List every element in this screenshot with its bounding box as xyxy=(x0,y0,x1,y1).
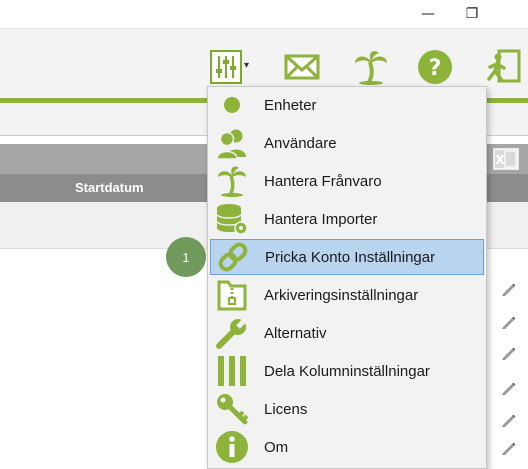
help-button[interactable]: ? xyxy=(416,48,454,86)
settings-menu-button[interactable]: ▾ xyxy=(208,48,254,86)
svg-text:X: X xyxy=(495,153,505,167)
menu-item-anvandare[interactable]: Användare xyxy=(210,125,484,161)
menu-item-label: Hantera Importer xyxy=(264,210,378,228)
pencil-icon xyxy=(502,414,516,427)
title-bar: — ❐ xyxy=(0,0,528,28)
info-icon xyxy=(210,429,254,465)
excel-icon: X xyxy=(493,148,519,170)
edit-row-button[interactable] xyxy=(500,440,516,456)
mail-icon xyxy=(284,54,320,80)
palm-tree-icon xyxy=(210,163,254,199)
step-badge: 1 xyxy=(166,237,206,277)
menu-item-licens[interactable]: Licens xyxy=(210,391,484,427)
menu-item-hantera-franvaro[interactable]: Hantera Frånvaro xyxy=(210,163,484,199)
absence-button[interactable] xyxy=(352,48,390,86)
pencil-icon xyxy=(502,283,516,296)
edit-row-button[interactable] xyxy=(500,314,516,330)
menu-item-label: Pricka Konto Inställningar xyxy=(265,248,436,266)
key-icon xyxy=(210,391,254,427)
dropdown-arrow-icon: ▾ xyxy=(244,60,250,71)
menu-item-label: Arkiveringsinställningar xyxy=(264,286,419,304)
menu-item-label: Dela Kolumninställningar xyxy=(264,362,430,380)
pencil-icon xyxy=(502,382,516,395)
menu-item-om[interactable]: Om xyxy=(210,429,484,465)
mail-button[interactable] xyxy=(283,48,321,86)
svg-text:?: ? xyxy=(429,56,442,81)
edit-row-button[interactable] xyxy=(500,380,516,396)
help-icon: ? xyxy=(418,50,452,84)
pencil-icon xyxy=(502,347,516,360)
edit-row-button[interactable] xyxy=(500,412,516,428)
restore-icon: ❐ xyxy=(465,6,479,22)
menu-item-enheter[interactable]: Enheter xyxy=(210,87,484,123)
menu-item-label: Hantera Frånvaro xyxy=(264,172,382,190)
menu-item-hantera-importer[interactable]: Hantera Importer xyxy=(210,201,484,237)
edit-row-button[interactable] xyxy=(500,281,516,297)
settings-dropdown-menu: Enheter Användare Hantera Frånvaro Hante… xyxy=(207,86,487,469)
wrench-icon xyxy=(210,315,254,351)
palm-tree-icon xyxy=(355,51,387,85)
edit-row-button[interactable] xyxy=(500,345,516,361)
menu-item-label: Enheter xyxy=(264,96,317,114)
restore-button[interactable]: ❐ xyxy=(452,0,492,28)
pencil-icon xyxy=(502,442,516,455)
menu-item-label: Användare xyxy=(264,134,337,152)
menu-item-label: Om xyxy=(264,438,289,456)
circle-icon xyxy=(210,87,254,123)
minimize-button[interactable]: — xyxy=(408,0,448,28)
archive-zip-icon xyxy=(210,277,254,313)
menu-item-dela-kolumninstallningar[interactable]: Dela Kolumninställningar xyxy=(210,353,484,389)
menu-item-arkiveringsinstallningar[interactable]: Arkiveringsinställningar xyxy=(210,277,484,313)
exit-icon xyxy=(487,49,521,83)
column-header-startdatum[interactable]: Startdatum xyxy=(75,180,144,195)
database-gear-icon xyxy=(210,201,254,237)
users-icon xyxy=(210,125,254,161)
pencil-icon xyxy=(502,316,516,329)
minimize-icon: — xyxy=(421,6,435,22)
columns-icon xyxy=(210,353,254,389)
menu-item-label: Alternativ xyxy=(264,324,327,342)
menu-item-label: Licens xyxy=(264,400,308,418)
export-excel-button[interactable]: X xyxy=(493,148,519,170)
menu-item-alternativ[interactable]: Alternativ xyxy=(210,315,484,351)
menu-item-pricka-konto-installningar[interactable]: Pricka Konto Inställningar xyxy=(210,239,484,275)
link-icon xyxy=(211,239,255,275)
exit-button[interactable] xyxy=(484,48,522,86)
